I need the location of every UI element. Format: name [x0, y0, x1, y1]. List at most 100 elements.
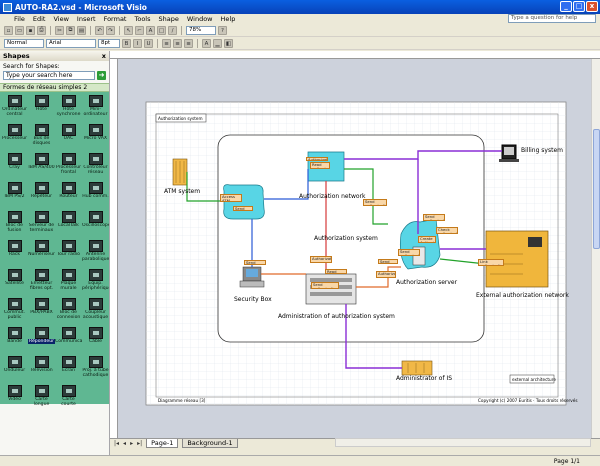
- rectangle-tool-icon[interactable]: □: [157, 26, 166, 35]
- stencil-item[interactable]: Hôte: [28, 94, 55, 121]
- underline-icon[interactable]: U: [144, 39, 153, 48]
- stencil-item[interactable]: Routeur: [55, 181, 82, 208]
- font-color-icon[interactable]: A: [202, 39, 211, 48]
- stencil-item[interactable]: Onduleur: [1, 355, 28, 382]
- stencil-item[interactable]: Processeur frontal: [55, 152, 82, 179]
- close-button[interactable]: x: [586, 1, 598, 12]
- help-search-input[interactable]: Type a question for help: [508, 14, 596, 23]
- last-page-icon[interactable]: ▸|: [137, 440, 142, 447]
- line-tool-icon[interactable]: /: [168, 26, 177, 35]
- stencil-item[interactable]: Processeur: [1, 123, 28, 150]
- orange-label-11[interactable]: Link authorization: [478, 259, 504, 266]
- menu-window[interactable]: Window: [187, 15, 213, 23]
- orange-label-2[interactable]: Send Authorization: [233, 206, 253, 211]
- paste-icon[interactable]: ▤: [77, 26, 86, 35]
- stencil-item[interactable]: Oscilloscope: [82, 210, 109, 237]
- text-tool-icon[interactable]: A: [146, 26, 155, 35]
- first-page-icon[interactable]: |◂: [114, 440, 119, 447]
- connector-tool-icon[interactable]: ⌐: [135, 26, 144, 35]
- vertical-scroll-thumb[interactable]: [593, 129, 600, 249]
- stencil-item[interactable]: Numériseur: [28, 239, 55, 266]
- italic-icon[interactable]: I: [133, 39, 142, 48]
- stencil-item[interactable]: Communicateur: [55, 326, 82, 353]
- menu-help[interactable]: Help: [221, 15, 236, 23]
- stencil-item[interactable]: Carte courte: [55, 384, 82, 411]
- orange-label-12[interactable]: Send authorization: [398, 249, 420, 256]
- stencil-item[interactable]: Câble: [82, 326, 109, 353]
- stencil-item[interactable]: [82, 384, 109, 411]
- stencil-item[interactable]: Equip. périphérique: [82, 268, 109, 295]
- stencil-title[interactable]: Formes de réseau simples 2: [0, 83, 109, 92]
- open-icon[interactable]: ▭: [15, 26, 24, 35]
- stencil-item[interactable]: Carte longue: [28, 384, 55, 411]
- save-icon[interactable]: ▪: [26, 26, 35, 35]
- stencil-item[interactable]: IBM PS/2: [1, 181, 28, 208]
- stencil-item[interactable]: Bus de disques: [28, 123, 55, 150]
- menu-shape[interactable]: Shape: [159, 15, 179, 23]
- align-right-icon[interactable]: ≡: [184, 39, 193, 48]
- pointer-tool-icon[interactable]: ↖: [124, 26, 133, 35]
- horizontal-ruler[interactable]: [110, 51, 600, 59]
- stencil-item[interactable]: Télévision: [28, 355, 55, 382]
- stencil-item[interactable]: LocalTalk: [55, 210, 82, 237]
- stencil-item[interactable]: Vidéo: [1, 384, 28, 411]
- style-combo[interactable]: Normal: [4, 39, 44, 48]
- orange-label-10[interactable]: Authorization server: [376, 271, 396, 278]
- menu-format[interactable]: Format: [104, 15, 127, 23]
- font-combo[interactable]: Arial: [46, 39, 96, 48]
- orange-label-3[interactable]: Read authorization: [310, 162, 330, 169]
- orange-label-13[interactable]: Read authorization: [325, 269, 347, 274]
- font-size-combo[interactable]: 8pt: [98, 39, 120, 48]
- menu-file[interactable]: File: [14, 15, 25, 23]
- stencil-item[interactable]: Commut. public: [1, 297, 28, 324]
- stencil-item[interactable]: Répéteur: [28, 181, 55, 208]
- fill-color-icon[interactable]: ◧: [224, 39, 233, 48]
- vertical-ruler[interactable]: [110, 59, 118, 438]
- stencil-item[interactable]: Hub comm.: [82, 181, 109, 208]
- stencil-item[interactable]: Contrôleur réseau: [82, 152, 109, 179]
- tab-background-1[interactable]: Background-1: [182, 439, 238, 448]
- orange-label-14[interactable]: Create Authorization: [418, 236, 436, 243]
- orange-label-8[interactable]: Authorization server: [310, 256, 332, 263]
- zoom-combo[interactable]: 78%: [186, 26, 216, 35]
- stencil-item[interactable]: Hôte synchrone: [55, 94, 82, 121]
- stencil-item[interactable]: Bloc de fusion: [1, 210, 28, 237]
- stencil-item[interactable]: Serveur de terminaux: [28, 210, 55, 237]
- align-left-icon[interactable]: ≡: [162, 39, 171, 48]
- stencil-item[interactable]: Tour radio: [55, 239, 82, 266]
- search-go-icon[interactable]: ➜: [97, 71, 106, 80]
- tab-page-1[interactable]: Page-1: [146, 439, 179, 448]
- orange-label-6[interactable]: Check authorization: [436, 227, 458, 234]
- orange-label-7[interactable]: Send authorization: [244, 260, 266, 265]
- maximize-button[interactable]: □: [573, 1, 585, 12]
- stencil-item[interactable]: Mini-ordinateur: [82, 94, 109, 121]
- stencil-item[interactable]: Satellite: [1, 268, 28, 295]
- stencil-item[interactable]: Cray: [1, 152, 28, 179]
- redo-icon[interactable]: ↷: [106, 26, 115, 35]
- orange-label-9[interactable]: Send authorization: [311, 282, 339, 289]
- orange-label-16[interactable]: Authorization request: [306, 157, 328, 161]
- menu-view[interactable]: View: [53, 15, 68, 23]
- minimize-button[interactable]: _: [560, 1, 572, 12]
- copy-icon[interactable]: ⧉: [66, 26, 75, 35]
- stencil-item[interactable]: Ecran: [55, 355, 82, 382]
- shape-search-input[interactable]: Type your search here: [3, 71, 95, 80]
- menu-insert[interactable]: Insert: [77, 15, 96, 23]
- stencil-item[interactable]: Coupleur acoustique: [82, 297, 109, 324]
- stencil-item[interactable]: Plaque murale: [55, 268, 82, 295]
- stencil-item[interactable]: Bloc de connexion: [55, 297, 82, 324]
- stencil-item[interactable]: Ordinateur central: [1, 94, 28, 121]
- menu-edit[interactable]: Edit: [33, 15, 46, 23]
- stencil-item[interactable]: PBX/PABX: [28, 297, 55, 324]
- orange-label-4[interactable]: Send authorization: [363, 199, 387, 206]
- stencil-item[interactable]: UAC: [55, 123, 82, 150]
- orange-label-15[interactable]: Send Authorization: [378, 259, 398, 264]
- stencil-item[interactable]: Emetteur fibres opt.: [28, 268, 55, 295]
- stencil-item[interactable]: Bande: [1, 326, 28, 353]
- cut-icon[interactable]: ✂: [55, 26, 64, 35]
- prev-page-icon[interactable]: ◂: [123, 440, 126, 447]
- stencil-item[interactable]: Rack: [1, 239, 28, 266]
- line-color-icon[interactable]: ▁: [213, 39, 222, 48]
- menu-tools[interactable]: Tools: [134, 15, 150, 23]
- print-icon[interactable]: ⎙: [37, 26, 46, 35]
